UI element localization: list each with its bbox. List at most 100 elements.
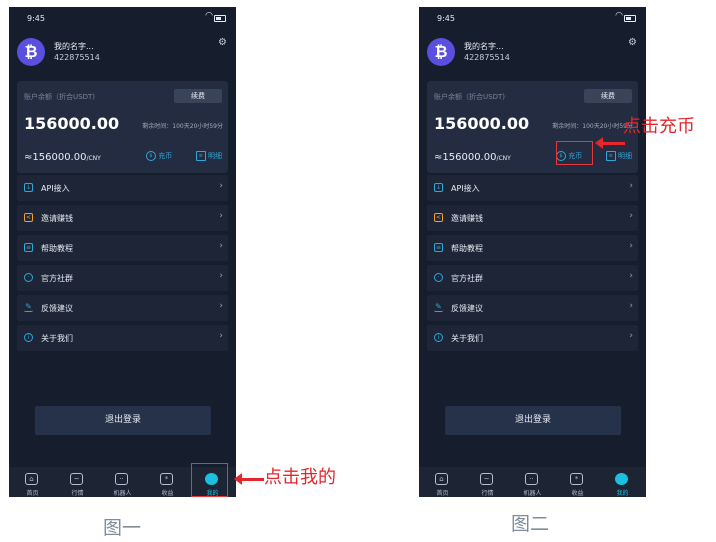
detail-icon: ≡ bbox=[195, 151, 206, 161]
phone-screen-2: 9:45 ◠ ₿ 我的名字... 422875514 ⚙ 账户余额（折合USDT… bbox=[419, 7, 646, 497]
renew-button[interactable]: 续费 bbox=[174, 89, 222, 103]
arrow-left-icon bbox=[234, 473, 264, 485]
settings-icon[interactable]: ⚙ bbox=[628, 37, 637, 48]
pen-icon: ✎ bbox=[434, 302, 443, 312]
logout-button[interactable]: 退出登录 bbox=[445, 406, 621, 435]
menu-item-label: 邀请赚钱 bbox=[41, 214, 73, 223]
earnings-icon: * bbox=[570, 473, 583, 485]
info-icon: i bbox=[24, 333, 33, 342]
cny-amount: ≈156000.00 bbox=[24, 152, 87, 163]
logout-button[interactable]: 退出登录 bbox=[35, 406, 211, 435]
download-icon: ↓ bbox=[24, 183, 33, 192]
chevron-right-icon: › bbox=[219, 271, 223, 281]
menu-item-help[interactable]: ≡ 帮助教程 › bbox=[17, 235, 228, 261]
tab-label: 首页 bbox=[436, 490, 449, 497]
menu-item-label: 官方社群 bbox=[451, 274, 483, 283]
menu-item-feedback[interactable]: ✎ 反馈建议 › bbox=[427, 295, 638, 321]
user-name: 我的名字... bbox=[464, 42, 504, 51]
detail-label: 明细 bbox=[618, 152, 632, 160]
wifi-icon: ◠ bbox=[205, 11, 213, 21]
tab-label: 我的 bbox=[616, 490, 629, 497]
robot-icon: ·· bbox=[525, 473, 538, 485]
chevron-right-icon: › bbox=[629, 331, 633, 341]
status-time: 9:45 bbox=[27, 14, 45, 23]
highlight-box-mine-tab bbox=[191, 463, 228, 497]
profile-header: ₿ 我的名字... 422875514 ⚙ bbox=[427, 37, 637, 68]
menu-item-feedback[interactable]: ✎ 反馈建议 › bbox=[17, 295, 228, 321]
tab-market[interactable]: ~ 行情 bbox=[465, 467, 510, 497]
tab-earnings[interactable]: * 收益 bbox=[145, 467, 190, 497]
user-id: 422875514 bbox=[54, 53, 100, 62]
avatar[interactable]: ₿ bbox=[427, 38, 455, 66]
menu-list: ↓ API接入 › < 邀请赚钱 › ≡ 帮助教程 › · 官方社群 › ✎ 反馈建议 › i 关于我… bbox=[427, 175, 638, 355]
recharge-label: 充币 bbox=[158, 152, 173, 160]
avatar[interactable]: ₿ bbox=[17, 38, 45, 66]
menu-item-label: 帮助教程 bbox=[451, 244, 483, 253]
menu-item-invite[interactable]: < 邀请赚钱 › bbox=[427, 205, 638, 231]
menu-item-api[interactable]: ↓ API接入 › bbox=[17, 175, 228, 201]
tab-home[interactable]: ⌂ 首页 bbox=[10, 467, 55, 497]
tab-home[interactable]: ⌂ 首页 bbox=[420, 467, 465, 497]
tab-robot[interactable]: ·· 机器人 bbox=[100, 467, 145, 497]
cny-amount: ≈156000.00 bbox=[434, 152, 497, 163]
tab-label: 行情 bbox=[481, 490, 494, 497]
cny-unit: /CNY bbox=[86, 155, 101, 162]
tab-earnings[interactable]: * 收益 bbox=[555, 467, 600, 497]
annotation-click-mine: 点击我的 bbox=[264, 467, 336, 488]
share-icon: < bbox=[434, 213, 443, 222]
tab-label: 首页 bbox=[26, 490, 39, 497]
menu-item-label: 关于我们 bbox=[451, 334, 483, 343]
detail-icon: ≡ bbox=[605, 151, 616, 161]
battery-icon bbox=[624, 15, 636, 22]
recharge-button[interactable]: $ 充币 bbox=[146, 151, 172, 161]
pen-icon: ✎ bbox=[24, 302, 33, 312]
detail-button[interactable]: ≡ 明细 bbox=[195, 151, 222, 161]
download-icon: ↓ bbox=[434, 183, 443, 192]
balance-label: 账户余额（折合USDT) bbox=[434, 93, 505, 101]
tab-bar: ⌂ 首页 ~ 行情 ·· 机器人 * 收益 ● 我的 bbox=[419, 467, 646, 497]
menu-item-about[interactable]: i 关于我们 › bbox=[427, 325, 638, 351]
menu-item-community[interactable]: · 官方社群 › bbox=[17, 265, 228, 291]
share-icon: < bbox=[24, 213, 33, 222]
tab-label: 机器人 bbox=[113, 490, 132, 497]
wifi-icon: ◠ bbox=[615, 11, 623, 21]
chevron-right-icon: › bbox=[219, 331, 223, 341]
tab-mine[interactable]: ● 我的 bbox=[600, 467, 645, 497]
tab-label: 收益 bbox=[161, 490, 174, 497]
tab-market[interactable]: ~ 行情 bbox=[55, 467, 100, 497]
tab-label: 行情 bbox=[71, 490, 84, 497]
menu-item-help[interactable]: ≡ 帮助教程 › bbox=[427, 235, 638, 261]
menu-item-api[interactable]: ↓ API接入 › bbox=[427, 175, 638, 201]
tab-robot[interactable]: ·· 机器人 bbox=[510, 467, 555, 497]
caption-figure-2: 图二 bbox=[511, 513, 550, 535]
menu-item-label: API接入 bbox=[41, 184, 70, 193]
chart-icon: ~ bbox=[480, 473, 493, 485]
cny-equivalent: ≈156000.00/CNY bbox=[24, 152, 101, 163]
chevron-right-icon: › bbox=[629, 301, 633, 311]
settings-icon[interactable]: ⚙ bbox=[218, 37, 227, 48]
headset-icon: · bbox=[24, 273, 33, 282]
profile-header: ₿ 我的名字... 422875514 ⚙ bbox=[17, 37, 227, 68]
balance-card: 账户余额（折合USDT) 续费 156000.00 剩余时间：100天20小时5… bbox=[17, 81, 228, 173]
menu-item-community[interactable]: · 官方社群 › bbox=[427, 265, 638, 291]
battery-icon bbox=[214, 15, 226, 22]
detail-button[interactable]: ≡ 明细 bbox=[605, 151, 632, 161]
status-bar: 9:45 ◠ bbox=[9, 7, 236, 29]
phone-screen-1: 9:45 ◠ ₿ 我的名字... 422875514 ⚙ 账户余额（折合USDT… bbox=[9, 7, 236, 497]
robot-icon: ·· bbox=[115, 473, 128, 485]
renew-button[interactable]: 续费 bbox=[584, 89, 632, 103]
status-time: 9:45 bbox=[437, 14, 455, 23]
menu-item-label: API接入 bbox=[451, 184, 480, 193]
chevron-right-icon: › bbox=[219, 211, 223, 221]
menu-item-invite[interactable]: < 邀请赚钱 › bbox=[17, 205, 228, 231]
earnings-icon: * bbox=[160, 473, 173, 485]
highlight-box-recharge bbox=[556, 141, 593, 165]
arrow-left-icon bbox=[595, 137, 625, 149]
remaining-time: 剩余时间：100天20小时59分 bbox=[142, 123, 223, 130]
balance-label: 账户余额（折合USDT) bbox=[24, 93, 95, 101]
menu-item-label: 官方社群 bbox=[41, 274, 73, 283]
tab-label: 机器人 bbox=[523, 490, 542, 497]
chevron-right-icon: › bbox=[629, 181, 633, 191]
menu-item-about[interactable]: i 关于我们 › bbox=[17, 325, 228, 351]
profile-icon: ● bbox=[615, 473, 628, 485]
